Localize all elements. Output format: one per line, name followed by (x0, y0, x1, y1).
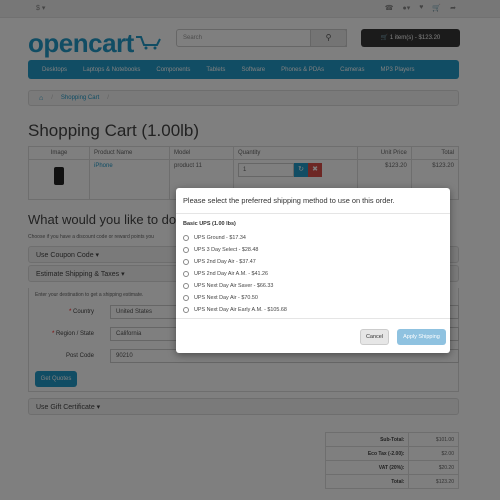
shipping-method-modal: Please select the preferred shipping met… (176, 188, 450, 353)
shipping-group-label: Basic UPS (1.00 lbs) (183, 221, 236, 227)
shipping-option[interactable]: UPS Ground - $17.34 (183, 232, 443, 244)
radio-button[interactable] (183, 247, 189, 253)
radio-button[interactable] (183, 271, 189, 277)
apply-shipping-button[interactable]: Apply Shipping (397, 329, 446, 345)
shipping-option[interactable]: UPS 2nd Day Air - $37.47 (183, 256, 443, 268)
cancel-button[interactable]: Cancel (360, 329, 389, 345)
modal-title: Please select the preferred shipping met… (176, 188, 450, 214)
radio-button[interactable] (183, 235, 189, 241)
radio-button[interactable] (183, 307, 189, 313)
shipping-option[interactable]: UPS Next Day Air - $70.50 (183, 292, 443, 304)
shipping-option[interactable]: UPS Next Day Air Saver - $66.33 (183, 280, 443, 292)
radio-button[interactable] (183, 295, 189, 301)
modal-footer: Cancel Apply Shipping (176, 318, 450, 353)
shipping-option[interactable]: UPS Next Day Air Early A.M. - $105.68 (183, 304, 443, 316)
shipping-option[interactable]: UPS 2nd Day Air A.M. - $41.26 (183, 268, 443, 280)
shipping-option[interactable]: UPS 3 Day Select - $28.48 (183, 244, 443, 256)
radio-button[interactable] (183, 259, 189, 265)
radio-button[interactable] (183, 283, 189, 289)
